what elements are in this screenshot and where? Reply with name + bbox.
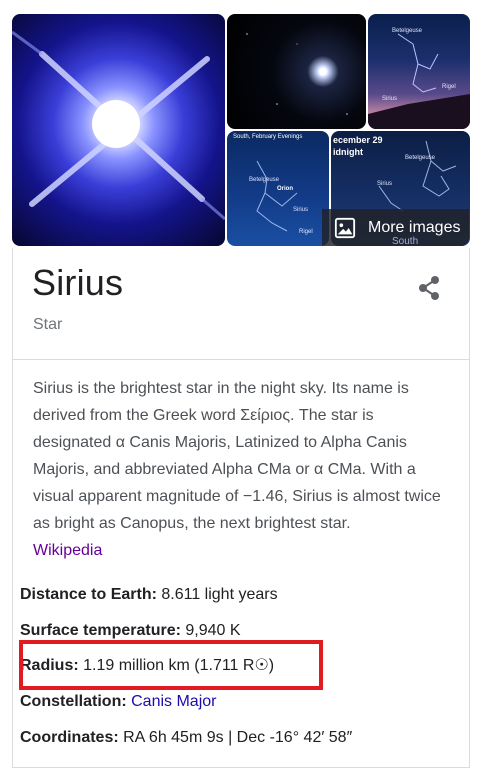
description-text: Sirius is the brightest star in the nigh… <box>33 380 441 532</box>
fact-constellation: Constellation: Canis Major <box>20 691 216 713</box>
fact-temperature: Surface temperature: 9,940 K <box>20 620 241 642</box>
image-icon <box>334 217 356 238</box>
fact-value: 9,940 K <box>185 622 241 639</box>
fact-value: RA 6h 45m 9s | Dec -16° 42′ 58″ <box>123 729 353 746</box>
share-icon <box>419 276 439 300</box>
tile-c-label-1: Betelgeuse <box>249 177 280 183</box>
image-gallery: Betelgeuse Sirius Rigel South, February … <box>12 14 470 248</box>
fact-distance: Distance to Earth: 8.611 light years <box>20 584 278 606</box>
fact-label: Coordinates: <box>20 729 119 746</box>
constellation-link[interactable]: Canis Major <box>131 693 216 710</box>
entity-subtitle: Star <box>33 316 63 333</box>
starburst-graphic <box>12 30 225 221</box>
tile-d-header-1: ecember 29 <box>333 135 383 145</box>
image-tile-night-sky[interactable] <box>227 14 366 129</box>
tile-b-label-1: Betelgeuse <box>392 28 423 34</box>
tile-c-label-3: Sirius <box>293 207 309 213</box>
south-label: South <box>392 236 419 247</box>
wikipedia-link[interactable]: Wikipedia <box>33 542 102 559</box>
fact-label: Distance to Earth: <box>20 586 157 603</box>
entity-description: Sirius is the brightest star in the nigh… <box>33 375 453 564</box>
main-image-sirius[interactable] <box>12 14 225 246</box>
tile-c-label-4: Rigel <box>299 229 313 235</box>
image-tile-sky-chart[interactable]: South, February Evenings Betelgeuse Orio… <box>227 131 329 246</box>
tile-c-header: South, February Evenings <box>233 134 303 140</box>
tile-c-label-2: Orion <box>277 186 293 192</box>
knowledge-panel: Sirius Star Sirius is the brightest star… <box>12 248 470 768</box>
fact-coordinates: Coordinates: RA 6h 45m 9s | Dec -16° 42′… <box>20 727 352 749</box>
entity-title: Sirius <box>32 262 124 303</box>
more-images-label: More images <box>368 218 461 236</box>
fact-label: Surface temperature: <box>20 622 181 639</box>
star-points <box>246 33 348 115</box>
fact-label: Constellation: <box>20 693 127 710</box>
image-tile-orion-sky[interactable]: Betelgeuse Sirius Rigel <box>368 14 470 129</box>
radius-highlight-box <box>19 640 323 690</box>
share-button[interactable] <box>413 272 445 304</box>
tile-d-header-2: idnight <box>333 147 363 157</box>
tile-b-label-3: Rigel <box>442 84 456 90</box>
tile-d-label-1: Betelgeuse <box>405 155 436 161</box>
divider <box>13 359 469 360</box>
fact-value: 8.611 light years <box>161 586 278 603</box>
tile-d-label-2: Sirius <box>377 181 393 187</box>
tile-b-label-2: Sirius <box>382 96 398 102</box>
